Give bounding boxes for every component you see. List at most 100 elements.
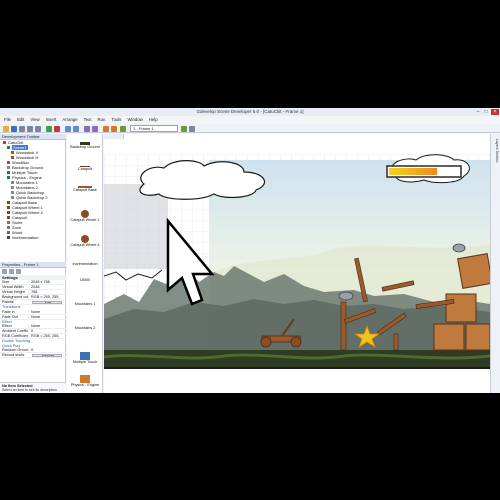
menu-help[interactable]: Help [149,116,158,124]
open-icon[interactable] [3,125,9,132]
object-label: Catapult [77,167,93,171]
woodstick-v[interactable] [340,301,347,351]
stone[interactable] [452,243,466,253]
properties-icon[interactable] [189,125,195,132]
close-button[interactable]: × [491,109,499,115]
property-value[interactable]: 2048 [28,285,66,289]
property-value[interactable]: RGB = 255, 255, [28,295,66,299]
redo-icon[interactable] [73,125,79,132]
woodbox[interactable] [465,323,490,351]
menu-file[interactable]: File [4,116,11,124]
woodbox[interactable] [445,293,477,323]
property-value[interactable]: 0 [28,329,66,333]
menu-view[interactable]: View [30,116,39,124]
property-value[interactable]: None [28,314,66,319]
scene-svg[interactable] [104,154,490,393]
property-name: Effect [2,324,12,328]
woodstick-v[interactable] [393,333,399,351]
tree-item-icon [7,146,10,149]
tree-item-icon [7,221,10,224]
catapult-wheel-1[interactable] [260,336,272,348]
physics-rows: Ambient Coefficient0RGB CoefficientRGB =… [0,329,66,339]
menu-run[interactable]: Run [98,116,106,124]
object-label: 16000 [79,278,91,282]
property-row[interactable]: Record shots Record [0,353,66,358]
add-frame-icon[interactable] [103,125,109,132]
menu-arrange[interactable]: Arrange [62,116,77,124]
property-value[interactable]: 768 [28,290,66,294]
object-thumbnail [81,235,89,243]
paste-icon[interactable] [35,125,41,132]
property-button[interactable]: Edit [32,300,62,304]
object-item[interactable]: Catapult Wheel 1 [67,210,103,223]
property-name: Ambient Coefficient [2,329,28,333]
undo-icon[interactable] [65,125,71,132]
tree-item-icon [11,196,14,199]
copy-icon[interactable] [27,125,33,132]
cut-icon[interactable] [19,125,25,132]
property-button[interactable]: Record [32,353,62,357]
property-name: RGB Coefficient [2,334,28,338]
previous-frame-icon[interactable] [120,125,126,132]
object-item[interactable]: Mountains 2 [67,326,103,331]
property-value[interactable]: None [28,309,66,314]
stop-icon[interactable] [54,125,60,132]
property-value[interactable]: RGB = 255, 255, [28,334,66,338]
sort-icon[interactable] [2,269,7,274]
object-item[interactable]: Incrémentation [67,262,103,267]
property-value[interactable]: None [28,324,66,328]
menu-tools[interactable]: Tools [111,116,121,124]
tree-item-icon [11,191,14,194]
delete-frame-icon[interactable] [111,125,117,132]
run-icon[interactable] [46,125,52,132]
progress-bar [386,165,462,178]
woodbox[interactable] [457,253,490,289]
alphabetical-icon[interactable] [16,269,21,274]
object-item[interactable]: 16000 [67,278,103,283]
toolbar: 1 - Frame 1 [0,124,500,133]
catapult-wheel-4[interactable] [290,336,302,348]
object-item[interactable]: Catapult [67,166,103,172]
menu-insert[interactable]: Insert [46,116,57,124]
tree-items: CatuCkit Scene1 Woodstick V Woodstick H Wood… [0,140,66,240]
menu-edit[interactable]: Edit [17,116,24,124]
next-frame-icon[interactable] [181,125,187,132]
maximize-button[interactable]: □ [482,109,490,115]
title-bar: Gdevelop Scene Developer 5.0 - [CatuCkit… [0,108,500,116]
property-name: Background color [2,295,28,299]
tree-item-label: Incrémentation [12,235,39,240]
property-name: Size [2,280,10,284]
tree-item-icon [3,141,6,144]
extra-rows: Random Grounded0Record shots Record [0,348,66,358]
minimize-button[interactable]: – [474,109,482,115]
canvas-tab[interactable] [104,134,124,139]
property-value[interactable]: 0 [28,348,66,352]
window-title: Gdevelop Scene Developer 5.0 - [CatuCkit… [196,109,304,114]
object-label: Catapult Wheel 4 [70,243,100,247]
object-item[interactable]: Physics - Engine [67,375,103,388]
object-item[interactable]: Catapult Base [67,186,103,193]
woodbox[interactable] [433,323,465,351]
tree-item-icon [11,151,14,154]
layers-toolbox-tab[interactable]: Layers Toolbox [492,139,499,177]
frame-select[interactable]: 1 - Frame 1 [130,125,178,132]
menu-window[interactable]: Window [127,116,142,124]
tree-item[interactable]: Incrémentation [0,235,66,240]
tree-item-icon [7,166,10,169]
object-item[interactable]: Backdrop Ground [67,142,103,150]
property-value[interactable]: 2048 x 768 [28,280,66,284]
menu-text[interactable]: Text [84,116,92,124]
tree-item-icon [11,181,14,184]
grid-icon[interactable] [84,125,90,132]
save-icon[interactable] [11,125,17,132]
menu-bar: File Edit View Insert Arrange Text Run T… [0,116,500,124]
objects-panel: Backdrop Ground Catapult Catapult Base Cata… [67,134,103,393]
scene-canvas[interactable] [104,154,490,393]
object-item[interactable]: Mountains 1 [67,302,103,307]
object-label: Backdrop Ground [70,145,100,149]
stone[interactable] [338,291,354,301]
category-icon[interactable] [9,269,14,274]
zoom-icon[interactable] [92,125,98,132]
object-item[interactable]: Catapult Wheel 4 [67,235,103,248]
object-item[interactable]: Multiple Touch [67,352,103,365]
